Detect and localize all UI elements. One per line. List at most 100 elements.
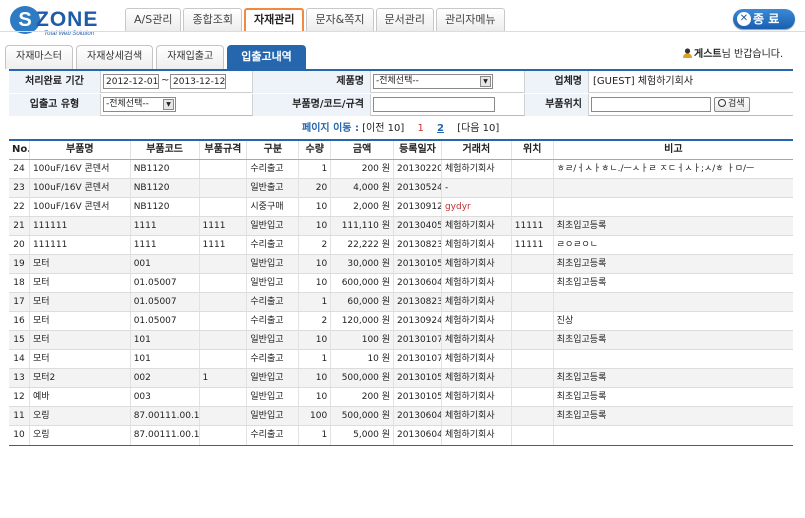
- table-cell: 최초입고등록: [556, 411, 607, 421]
- table-cell: 111111: [30, 236, 131, 254]
- table-cell: 10: [299, 198, 332, 216]
- table-cell: 20130107: [394, 331, 442, 349]
- table-cell: [200, 426, 248, 445]
- table-cell: 100: [299, 407, 332, 425]
- table-cell: [200, 160, 248, 178]
- table-cell: 20130604: [394, 426, 442, 445]
- table-cell: [512, 388, 554, 406]
- nav-tab-1[interactable]: 종합조회: [183, 8, 242, 31]
- table-cell: 20130524: [394, 179, 442, 197]
- table-row[interactable]: 15 모터 101 일반입고 10 100 원 20130107 체험하기회사 최초입고등록: [9, 331, 793, 350]
- nav-tab-2[interactable]: 자재관리: [243, 8, 305, 31]
- page-2-link[interactable]: 2: [437, 123, 444, 134]
- table-cell: 10: [299, 388, 332, 406]
- table-cell: 20130823: [394, 293, 442, 311]
- table-cell: 16: [9, 312, 30, 330]
- table-cell: 최초입고등록: [556, 335, 607, 345]
- paging-prev[interactable]: [이전 10]: [362, 123, 404, 134]
- table-cell: 체험하기회사: [442, 312, 512, 330]
- table-cell: 최초입고등록: [556, 373, 607, 383]
- table-cell: 10: [9, 426, 30, 445]
- company-label: 업체명: [525, 71, 589, 93]
- table-cell: 87.00111.00.19: [131, 407, 200, 425]
- table-row[interactable]: 14 모터 101 수리출고 1 10 원 20130107 체험하기회사: [9, 350, 793, 369]
- date-from-input[interactable]: [103, 74, 159, 89]
- table-cell: 모터: [30, 331, 131, 349]
- nav-tab-4[interactable]: 문서관리: [375, 8, 434, 31]
- table-cell: 23: [9, 179, 30, 197]
- table-row[interactable]: 10 오링 87.00111.00.19 수리출고 1 5,000 원 20130604 체험…: [9, 426, 793, 445]
- paging-next[interactable]: [다음 10]: [457, 123, 499, 134]
- table-row[interactable]: 19 모터 001 일반입고 10 30,000 원 20130105 체험하기회사 최초입고등…: [9, 255, 793, 274]
- table-cell: 모터: [30, 274, 131, 292]
- nav-tab-0[interactable]: A/S관리: [125, 8, 182, 31]
- table-cell: 22,222 원: [331, 236, 395, 254]
- table-row[interactable]: 11 오링 87.00111.00.19 일반입고 100 500,000 원 201306…: [9, 407, 793, 426]
- column-header: 위치: [512, 141, 554, 159]
- part-label: 부품명/코드/규격: [253, 94, 371, 116]
- product-label: 제품명: [253, 71, 371, 93]
- table-cell: 체험하기회사: [442, 331, 512, 349]
- table-cell: 100 원: [331, 331, 395, 349]
- table-row[interactable]: 22 100uF/16V 콘덴서 NB1120 시중구매 10 2,000 원 201309…: [9, 198, 793, 217]
- table-row[interactable]: 16 모터 01.05007 수리출고 2 120,000 원 20130924 체험하기회사…: [9, 312, 793, 331]
- sub-tab-3[interactable]: 입출고내역: [227, 45, 306, 69]
- table-header: No. 부품명 부품코드 부품규격 구분 수량 금액 등록일자 거래처 위치 비고: [9, 141, 793, 160]
- period-cell: ~: [101, 71, 253, 93]
- search-button[interactable]: 검색: [714, 97, 750, 112]
- table-cell: 체험하기회사: [442, 274, 512, 292]
- nav-tab-5[interactable]: 관리자메뉴: [435, 8, 505, 31]
- table-cell: 120,000 원: [331, 312, 395, 330]
- table-cell: 일반입고: [247, 369, 300, 387]
- column-header: 등록일자: [394, 141, 442, 159]
- table-cell: 21: [9, 217, 30, 235]
- date-separator: ~: [161, 75, 170, 86]
- table-cell: [512, 331, 554, 349]
- sub-tab-2[interactable]: 자재입출고: [156, 45, 225, 69]
- company-value: [GUEST] 체험하기회사: [593, 76, 694, 87]
- table-cell: 100uF/16V 콘덴서: [30, 160, 131, 178]
- table-row[interactable]: 23 100uF/16V 콘덴서 NB1120 일반출고 20 4,000 원 201305…: [9, 179, 793, 198]
- sub-tab-1[interactable]: 자재상세검색: [76, 45, 154, 69]
- table-row[interactable]: 12 예바 003 일반입고 10 200 원 20130105 체험하기회사 최초입고등록: [9, 388, 793, 407]
- table-cell: [554, 426, 793, 445]
- table-cell: 체험하기회사: [442, 388, 512, 406]
- table-cell: NB1120: [131, 160, 200, 178]
- sub-tab-0[interactable]: 자재마스터: [5, 45, 73, 69]
- table-cell: 모터: [30, 293, 131, 311]
- product-cell: -전체선택-- ▼: [371, 71, 525, 93]
- table-cell: 1: [299, 160, 332, 178]
- app-logo[interactable]: S ZONE Total Web Solution: [10, 6, 112, 38]
- table-cell: 모터: [30, 350, 131, 368]
- table-cell: 일반입고: [247, 217, 300, 235]
- location-input[interactable]: [591, 97, 711, 112]
- table-row[interactable]: 21 111111 1111 1111 일반입고 10 111,110 원 20130405 체…: [9, 217, 793, 236]
- table-cell: 20130604: [394, 274, 442, 292]
- table-row[interactable]: 13 모터2 002 1 일반입고 10 500,000 원 20130105 체험하기회사 최초…: [9, 369, 793, 388]
- page-1-link[interactable]: 1: [417, 123, 423, 134]
- table-row[interactable]: 17 모터 01.05007 수리출고 1 60,000 원 20130823 체험하기회사: [9, 293, 793, 312]
- table-row[interactable]: 18 모터 01.05007 일반입고 10 600,000 원 20130604 체험하기회…: [9, 274, 793, 293]
- table-cell: 14: [9, 350, 30, 368]
- greeting: 게스트님 반갑습니다.: [683, 45, 783, 60]
- table-cell: 5,000 원: [331, 426, 395, 445]
- type-select[interactable]: -전체선택-- ▼: [103, 97, 176, 112]
- table-cell: 체험하기회사: [442, 160, 512, 178]
- table-row[interactable]: 24 100uF/16V 콘덴서 NB1120 수리출고 1 200 원 20130220 체…: [9, 160, 793, 179]
- product-select[interactable]: -전체선택-- ▼: [373, 74, 493, 89]
- table-row[interactable]: 20 111111 1111 1111 수리출고 2 22,222 원 20130823 체험하…: [9, 236, 793, 255]
- part-search-input[interactable]: [373, 97, 495, 112]
- nav-tab-3[interactable]: 문자&쪽지: [306, 8, 374, 31]
- table-cell: 수리출고: [247, 236, 300, 254]
- date-to-input[interactable]: [170, 74, 226, 89]
- table-cell: 20130105: [394, 369, 442, 387]
- close-icon: ✕: [737, 12, 751, 26]
- greeting-suffix: 님 반갑습니다.: [721, 49, 784, 60]
- table-cell: 2: [299, 312, 332, 330]
- table-cell: [200, 407, 248, 425]
- table-cell: 수리출고: [247, 293, 300, 311]
- table-cell: 일반입고: [247, 274, 300, 292]
- table-cell: 200 원: [331, 388, 395, 406]
- exit-button[interactable]: ✕ 종 료: [733, 9, 795, 29]
- table-cell: 19: [9, 255, 30, 273]
